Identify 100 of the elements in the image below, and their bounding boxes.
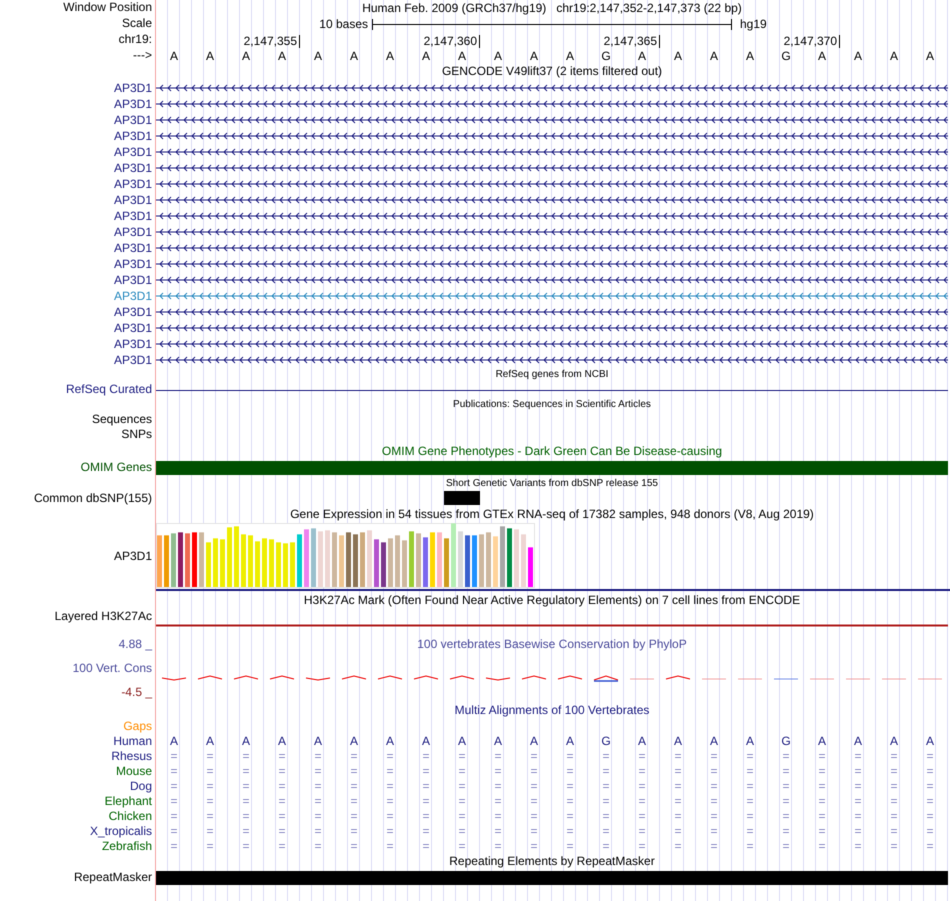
alignment-cell-text: =: [853, 839, 862, 854]
base-letter: A: [852, 48, 863, 64]
alignment-cell-text: =: [457, 764, 466, 779]
alignment-cell-text: =: [493, 749, 502, 764]
gene-label[interactable]: AP3D1: [0, 224, 155, 240]
base-letter: A: [456, 48, 467, 64]
alignment-cell-text: =: [745, 839, 754, 854]
alignment-cell-text: =: [493, 794, 502, 809]
alignment-cell-text: =: [421, 809, 430, 824]
alignment-cell-text: =: [457, 809, 466, 824]
alignment-cell-text: =: [889, 824, 898, 839]
track-label: RefSeq Curated: [64, 382, 153, 398]
assembly-label: Human Feb. 2009 (GRCh37/hg19): [362, 0, 546, 16]
alignment-cell-text: =: [817, 764, 826, 779]
alignment-cell-text: =: [421, 824, 430, 839]
alignment-cell-text: A: [204, 734, 215, 749]
axis-min-label: -4.5 _: [120, 685, 152, 700]
alignment-cell-text: =: [169, 779, 178, 794]
strand-label: --->: [132, 48, 153, 64]
alignment-cell-text: =: [241, 824, 250, 839]
alignment-cell-text: =: [313, 764, 322, 779]
gene-label[interactable]: AP3D1: [0, 240, 155, 256]
alignment-cell-text: =: [817, 839, 826, 854]
gene-label[interactable]: AP3D1: [0, 272, 155, 288]
alignment-cell-text: =: [781, 809, 790, 824]
alignment-cell-text: A: [924, 734, 935, 749]
base-letter: A: [276, 48, 287, 64]
alignment-cell-text: A: [636, 734, 647, 749]
position-tick: 2,147,360: [424, 35, 480, 48]
alignment-cell-text: =: [169, 824, 178, 839]
base-letter: A: [240, 48, 251, 64]
gene-label[interactable]: AP3D1: [0, 128, 155, 144]
alignment-cell-text: =: [241, 809, 250, 824]
alignment-cell-text: =: [781, 824, 790, 839]
alignment-cell-text: =: [673, 824, 682, 839]
track-title: OMIM Gene Phenotypes - Dark Green Can Be Disease-causing: [380, 444, 724, 460]
alignment-cell-text: A: [564, 734, 575, 749]
species-label: Zebrafish: [100, 839, 153, 854]
alignment-cell-text: =: [745, 809, 754, 824]
gene-label[interactable]: AP3D1: [0, 304, 155, 320]
gene-label[interactable]: AP3D1: [0, 160, 155, 176]
gene-label[interactable]: AP3D1: [0, 208, 155, 224]
alignment-cell-text: =: [349, 764, 358, 779]
alignment-cell-text: =: [565, 824, 574, 839]
gene-label[interactable]: AP3D1: [0, 320, 155, 336]
gene-label[interactable]: AP3D1: [0, 80, 155, 96]
gene-label[interactable]: AP3D1: [0, 96, 155, 112]
gene-label[interactable]: AP3D1: [0, 112, 155, 128]
species-label: Elephant: [104, 794, 153, 809]
alignment-cell-text: =: [817, 794, 826, 809]
alignment-cell-text: =: [529, 764, 538, 779]
alignment-cell-text: =: [529, 809, 538, 824]
track-title: Multiz Alignments of 100 Vertebrates: [454, 703, 650, 719]
alignment-cell-text: A: [528, 734, 539, 749]
alignment-cell-text: =: [385, 824, 394, 839]
alignment-cell-text: =: [313, 749, 322, 764]
track-label: Sequences: [90, 412, 153, 427]
alignment-cell-text: =: [781, 839, 790, 854]
track-label: 100 Vert. Cons: [72, 661, 152, 676]
scale-text: 10 bases: [319, 16, 369, 32]
alignment-cell-text: =: [349, 749, 358, 764]
alignment-cell-text: =: [529, 824, 538, 839]
gene-label[interactable]: AP3D1: [0, 256, 155, 272]
alignment-cell-text: =: [637, 824, 646, 839]
alignment-cell-text: =: [709, 749, 718, 764]
alignment-cell-text: A: [312, 734, 323, 749]
base-letter: A: [564, 48, 575, 64]
gene-label[interactable]: AP3D1: [0, 336, 155, 352]
alignment-cell-text: G: [780, 734, 792, 749]
track-title: Repeating Elements by RepeatMasker: [448, 854, 656, 870]
alignment-cell-text: =: [277, 809, 286, 824]
alignment-cell-text: =: [889, 794, 898, 809]
alignment-cell-text: =: [781, 749, 790, 764]
gene-label[interactable]: AP3D1: [0, 288, 155, 304]
alignment-cell-text: =: [817, 824, 826, 839]
alignment-cell-text: A: [816, 734, 827, 749]
species-label: Human: [112, 734, 153, 749]
alignment-cell-text: A: [852, 734, 863, 749]
alignment-cell-text: =: [925, 794, 934, 809]
alignment-cell-text: =: [781, 794, 790, 809]
alignment-cell-text: A: [708, 734, 719, 749]
alignment-cell-text: =: [925, 749, 934, 764]
gene-label[interactable]: AP3D1: [0, 144, 155, 160]
alignment-cell-text: =: [637, 839, 646, 854]
alignment-cell-text: =: [457, 749, 466, 764]
species-label: Mouse: [114, 764, 153, 779]
alignment-cell-text: =: [817, 809, 826, 824]
alignment-cell-text: =: [313, 809, 322, 824]
gene-label[interactable]: AP3D1: [0, 352, 155, 368]
gene-label[interactable]: AP3D1: [0, 192, 155, 208]
alignment-cell-text: =: [565, 764, 574, 779]
alignment-cell-text: =: [673, 809, 682, 824]
alignment-cell-text: =: [241, 764, 250, 779]
base-letter: A: [888, 48, 899, 64]
alignment-cell-text: =: [313, 824, 322, 839]
alignment-cell-text: =: [889, 779, 898, 794]
gene-label[interactable]: AP3D1: [0, 176, 155, 192]
base-letter: A: [312, 48, 323, 64]
alignment-cell-text: =: [637, 764, 646, 779]
alignment-cell-text: =: [889, 764, 898, 779]
